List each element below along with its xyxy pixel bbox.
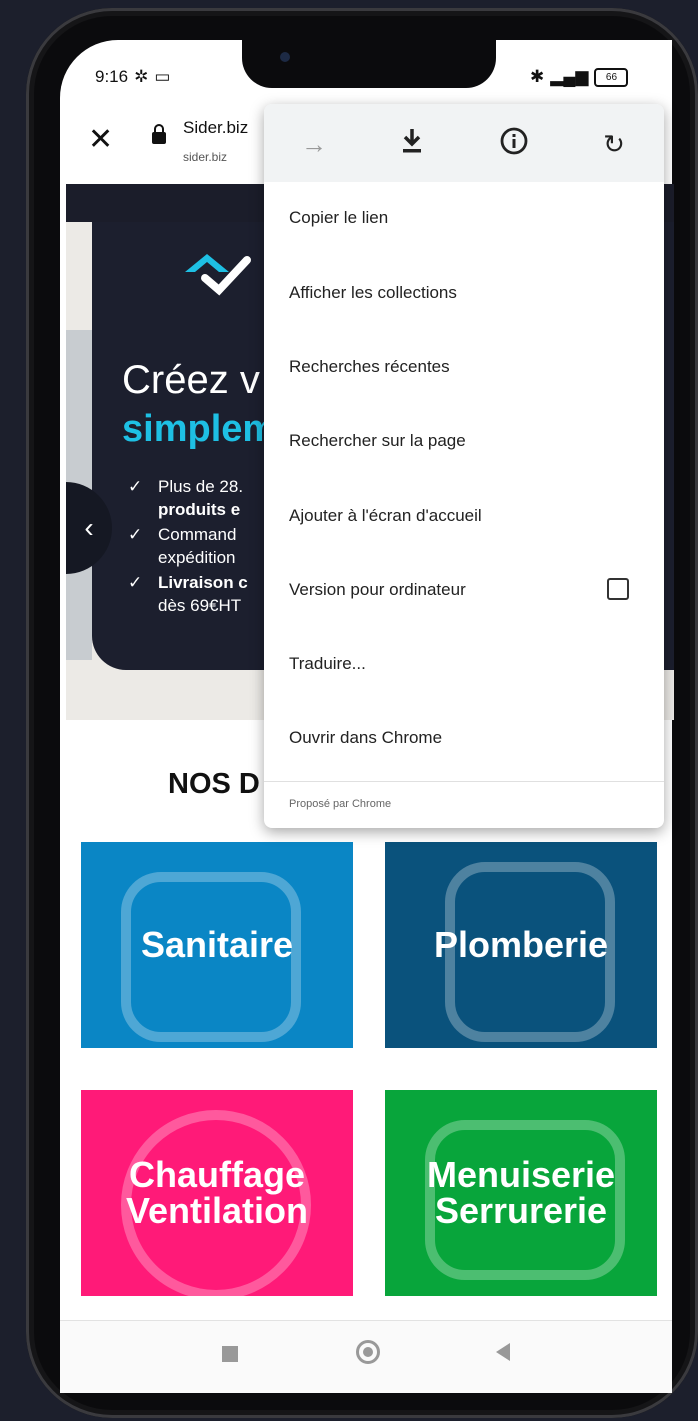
recent-apps-icon[interactable]	[222, 1346, 238, 1362]
category-label-group: Menuiserie Serrurerie	[427, 1157, 615, 1229]
page-title[interactable]: Sider.biz	[183, 118, 248, 138]
download-icon[interactable]	[394, 126, 430, 162]
menu-item-find-in-page[interactable]: Rechercher sur la page	[289, 431, 466, 461]
category-label-group: Chauffage Ventilation	[126, 1157, 308, 1229]
bluetooth-icon: ✱	[530, 67, 545, 86]
sider-logo-icon	[185, 254, 251, 296]
category-label: Chauffage	[128, 1154, 305, 1195]
category-label-secondary: Serrurerie	[434, 1190, 608, 1231]
menu-item-open-in-chrome[interactable]: Ouvrir dans Chrome	[289, 728, 442, 758]
forward-icon[interactable]: →	[296, 126, 332, 162]
status-bar-right: ✱ ▂▄▆ 66	[530, 62, 629, 92]
category-label: Sanitaire	[140, 924, 294, 965]
category-tile-plomberie[interactable]: Plomberie	[385, 842, 657, 1048]
category-label: Menuiserie	[426, 1154, 616, 1195]
hero-heading-accent: simplem	[122, 408, 277, 450]
menu-item-translate[interactable]: Traduire...	[289, 654, 366, 684]
menu-item-desktop-version[interactable]: Version pour ordinateur	[289, 580, 466, 610]
signal-icon: ▂▄▆	[550, 67, 589, 86]
bullet-item: Plus de 28.produits e	[128, 475, 268, 521]
category-label-secondary: Ventilation	[125, 1190, 309, 1231]
back-icon[interactable]	[496, 1343, 510, 1361]
status-activity-icon: ✲	[134, 67, 149, 86]
page-url[interactable]: sider.biz	[183, 150, 227, 164]
menu-item-collections[interactable]: Afficher les collections	[289, 283, 457, 313]
info-glyph	[500, 127, 528, 155]
close-tab-icon[interactable]: ✕	[88, 122, 113, 157]
menu-footer: Proposé par Chrome	[289, 798, 392, 810]
hero-heading: Créez v	[122, 358, 260, 402]
download-glyph	[403, 129, 421, 153]
menu-item-copy-link[interactable]: Copier le lien	[289, 208, 388, 238]
lock-icon[interactable]	[152, 124, 166, 144]
status-bar-left: 9:16 ✲ ▭	[95, 62, 170, 92]
refresh-icon[interactable]: ↻	[596, 126, 632, 162]
category-tile-chauffage-ventilation[interactable]: Chauffage Ventilation	[81, 1090, 353, 1296]
menu-item-recent-searches[interactable]: Recherches récentes	[289, 357, 450, 387]
desktop-version-checkbox[interactable]	[607, 578, 629, 600]
bullet-item: Livraison cdès 69€HT	[128, 571, 268, 617]
status-notification-icon: ▭	[154, 67, 171, 86]
browser-overflow-menu: → ↻ Copier le lien Afficher les collecti…	[264, 104, 664, 828]
hero-bullet-list: Plus de 28.produits e Commandexpédition …	[128, 475, 268, 619]
menu-item-add-to-home[interactable]: Ajouter à l'écran d'accueil	[289, 506, 482, 536]
bullet-item: Commandexpédition	[128, 523, 268, 569]
chevron-left-icon: ‹	[84, 512, 94, 543]
menu-divider	[264, 781, 664, 782]
camera-notch	[242, 40, 496, 88]
info-icon[interactable]	[496, 126, 532, 162]
category-tile-sanitaire[interactable]: Sanitaire	[81, 842, 353, 1048]
category-tile-menuiserie-serrurerie[interactable]: Menuiserie Serrurerie	[385, 1090, 657, 1296]
camera-lens	[280, 52, 290, 62]
home-icon[interactable]	[356, 1340, 380, 1364]
status-time: 9:16	[95, 67, 129, 86]
category-label: Plomberie	[433, 924, 609, 965]
battery-icon: 66	[594, 67, 629, 87]
section-title: NOS D	[168, 768, 260, 800]
